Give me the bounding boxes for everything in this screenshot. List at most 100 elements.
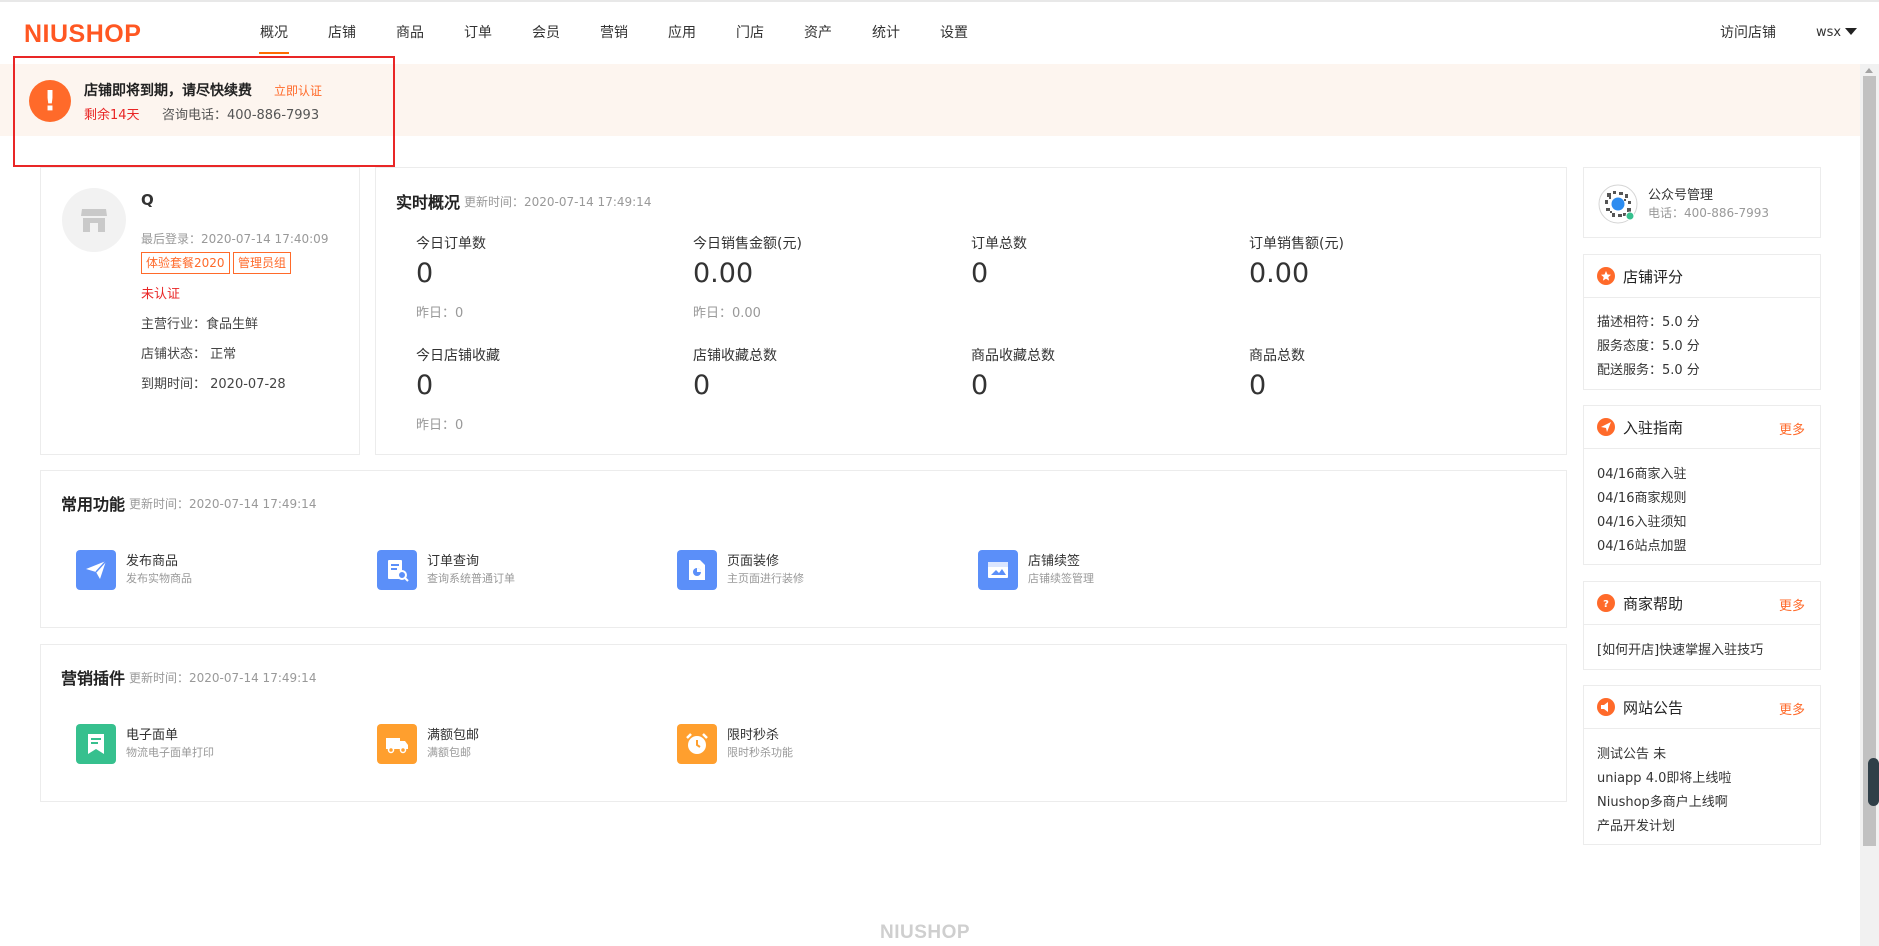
verify-now-link[interactable]: 立即认证 — [274, 82, 322, 99]
niushop-logo[interactable]: NIUSHOP — [24, 20, 141, 49]
star-badge-icon — [1597, 267, 1615, 285]
announcement-link[interactable]: Niushop多商户上线啊 — [1597, 791, 1728, 810]
nav-outlets[interactable]: 门店 — [716, 2, 784, 64]
svg-text:?: ? — [1603, 599, 1609, 609]
stat-label: 订单销售额(元) — [1249, 236, 1344, 252]
func-name: 店铺续签 — [1028, 554, 1081, 569]
guide-link[interactable]: 04/16商家入驻 — [1597, 463, 1686, 482]
waybill-icon — [76, 724, 116, 764]
announcement-link[interactable]: uniapp 4.0即将上线啦 — [1597, 767, 1731, 786]
guide-link[interactable]: 04/16商家规则 — [1597, 487, 1686, 506]
scroll-thumb[interactable] — [1863, 76, 1876, 846]
func-desc: 店铺续签管理 — [1028, 572, 1094, 585]
store-rating-title: 店铺评分 — [1623, 268, 1684, 286]
side-tool-handle[interactable] — [1868, 758, 1879, 806]
func-name: 订单查询 — [427, 554, 480, 569]
page-scrollbar[interactable] — [1860, 64, 1879, 946]
realtime-panel — [375, 167, 1567, 455]
stat-label: 商品收藏总数 — [971, 348, 1055, 364]
guide-link[interactable]: 04/16入驻须知 — [1597, 511, 1686, 530]
user-menu[interactable]: wsx — [1816, 2, 1858, 64]
order-query-button[interactable]: 订单查询 查询系统普通订单 — [377, 544, 637, 594]
publish-goods-button[interactable]: 发布商品 发布实物商品 — [76, 544, 336, 594]
nav-statistics[interactable]: 统计 — [852, 2, 920, 64]
stat-value: 0 — [693, 370, 711, 401]
func-desc: 满额包邮 — [427, 746, 471, 759]
settle-guide-more-link[interactable]: 更多 — [1779, 419, 1805, 438]
func-desc: 主页面进行装修 — [727, 572, 804, 585]
notice-title: 店铺即将到期，请尽快续费 — [84, 83, 252, 99]
caret-down-icon — [1845, 28, 1858, 35]
order-search-icon — [377, 550, 417, 590]
guide-link[interactable]: 04/16站点加盟 — [1597, 535, 1686, 554]
wechat-title[interactable]: 公众号管理 — [1648, 184, 1713, 203]
flash-sale-button[interactable]: 限时秒杀 限时秒杀功能 — [677, 718, 937, 768]
scroll-up-arrow-icon[interactable] — [1865, 68, 1873, 73]
stat-label: 今日店铺收藏 — [416, 348, 500, 364]
func-name: 电子面单 — [126, 728, 179, 743]
free-shipping-button[interactable]: 满额包邮 满额包邮 — [377, 718, 637, 768]
stat-label: 今日订单数 — [416, 236, 486, 252]
days-remaining: 剩余14天 — [84, 108, 140, 123]
stat-label: 商品总数 — [1249, 348, 1305, 364]
announcement-link[interactable]: 测试公告 未 — [1597, 743, 1666, 762]
verification-status[interactable]: 未认证 — [141, 283, 180, 302]
store-renew-button[interactable]: 店铺续签 店铺续签管理 — [978, 544, 1238, 594]
nav-goods[interactable]: 商品 — [376, 2, 444, 64]
footer-logo: NIUSHOP — [880, 922, 971, 943]
func-desc: 发布实物商品 — [126, 572, 192, 585]
stat-value: 0.00 — [1249, 258, 1310, 289]
realtime-update-time: 更新时间：2020-07-14 17:49:14 — [464, 195, 652, 209]
settle-guide-header: 入驻指南 更多 — [1583, 405, 1821, 449]
nav-orders[interactable]: 订单 — [444, 2, 512, 64]
store-status: 店铺状态： 正常 — [141, 347, 237, 362]
nav-store[interactable]: 店铺 — [308, 2, 376, 64]
nav-overview[interactable]: 概况 — [240, 2, 308, 64]
expire-date: 到期时间： 2020-07-28 — [141, 377, 286, 392]
realtime-title: 实时概况 — [396, 193, 461, 212]
role-tag: 管理员组 — [233, 252, 292, 274]
common-title: 常用功能 — [61, 495, 126, 514]
help-link[interactable]: [如何开店]快速掌握入驻技巧 — [1597, 639, 1763, 658]
qr-code-icon — [1598, 184, 1638, 224]
wechat-phone: 电话：400-886-7993 — [1648, 206, 1770, 220]
alarm-clock-icon — [677, 724, 717, 764]
func-name: 发布商品 — [126, 554, 179, 569]
store-renew-icon — [978, 550, 1018, 590]
marketing-update-time: 更新时间：2020-07-14 17:49:14 — [129, 671, 317, 685]
nav-settings[interactable]: 设置 — [920, 2, 988, 64]
settle-guide-title: 入驻指南 — [1623, 419, 1684, 437]
merchant-help-header: ? 商家帮助 更多 — [1583, 581, 1821, 625]
nav-marketing[interactable]: 营销 — [580, 2, 648, 64]
rating-line: 配送服务：5.0 分 — [1597, 363, 1700, 378]
visit-store-link[interactable]: 访问店铺 — [1720, 2, 1776, 64]
page-design-icon — [677, 550, 717, 590]
stat-value: 0 — [971, 258, 989, 289]
marketing-title: 营销插件 — [61, 669, 126, 688]
speaker-icon — [1597, 698, 1615, 716]
top-header: NIUSHOP 概况 店铺 商品 订单 会员 营销 应用 门店 资产 统计 设置… — [0, 2, 1879, 64]
announcement-more-link[interactable]: 更多 — [1779, 699, 1805, 718]
func-desc: 限时秒杀功能 — [727, 746, 793, 759]
merchant-help-more-link[interactable]: 更多 — [1779, 595, 1805, 614]
merchant-help-title: 商家帮助 — [1623, 595, 1684, 613]
stat-label: 今日销售金额(元) — [693, 236, 802, 252]
stat-value: 0 — [416, 258, 434, 289]
rating-line: 描述相符：5.0 分 — [1597, 315, 1700, 330]
main-nav: 概况 店铺 商品 订单 会员 营销 应用 门店 资产 统计 设置 — [240, 2, 988, 64]
stat-value: 0 — [1249, 370, 1267, 401]
e-waybill-button[interactable]: 电子面单 物流电子面单打印 — [76, 718, 336, 768]
stat-value: 0.00 — [693, 258, 754, 289]
page-design-button[interactable]: 页面装修 主页面进行装修 — [677, 544, 937, 594]
announcement-link[interactable]: 产品开发计划 — [1597, 815, 1675, 834]
last-login: 最后登录：2020-07-14 17:40:09 — [141, 232, 329, 246]
announcement-title: 网站公告 — [1623, 699, 1684, 717]
stat-label: 店铺收藏总数 — [693, 348, 777, 364]
func-name: 页面装修 — [727, 554, 780, 569]
nav-apps[interactable]: 应用 — [648, 2, 716, 64]
func-name: 限时秒杀 — [727, 728, 780, 743]
navigation-icon — [1597, 418, 1615, 436]
func-desc: 物流电子面单打印 — [126, 746, 214, 759]
nav-assets[interactable]: 资产 — [784, 2, 852, 64]
nav-members[interactable]: 会员 — [512, 2, 580, 64]
